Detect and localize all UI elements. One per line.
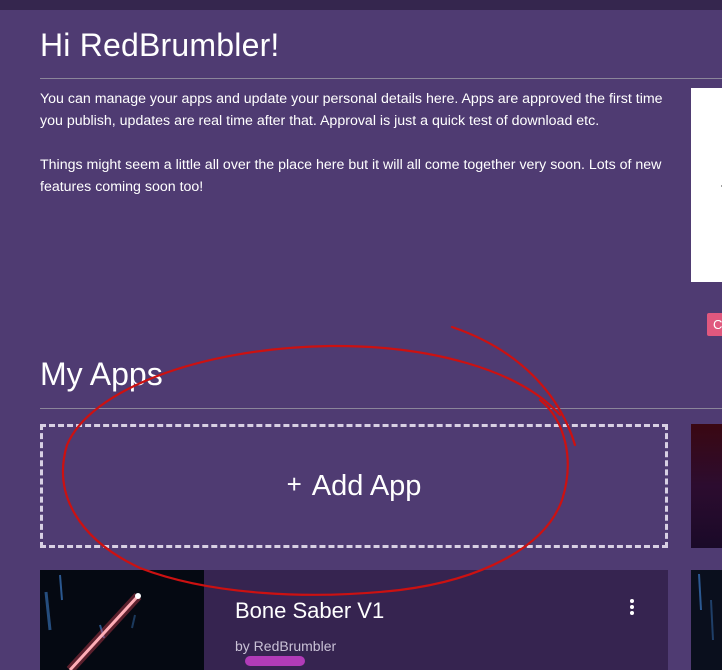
top-bar — [0, 0, 722, 10]
divider — [40, 408, 722, 409]
app-thumbnail — [40, 570, 204, 670]
app-author: by RedBrumbler — [235, 638, 337, 654]
intro-text: You can manage your apps and update your… — [40, 88, 680, 220]
app-tile[interactable] — [691, 424, 722, 548]
more-dot — [630, 611, 634, 615]
intro-paragraph: Things might seem a little all over the … — [40, 157, 662, 195]
app-tile[interactable] — [691, 570, 722, 670]
profile-action-button[interactable]: C — [707, 313, 722, 336]
page-greeting: Hi RedBrumbler! — [40, 27, 280, 63]
app-card[interactable]: Bone Saber V1 by RedBrumbler — [40, 570, 668, 670]
intro-paragraph: You can manage your apps and update your… — [40, 91, 663, 129]
app-tile-art — [698, 573, 714, 641]
app-name: Bone Saber V1 — [235, 598, 385, 623]
more-dot — [630, 605, 634, 609]
more-vertical-icon[interactable] — [620, 594, 644, 620]
divider — [40, 78, 722, 79]
more-dot — [630, 599, 634, 603]
my-apps-title: My Apps — [40, 356, 163, 392]
app-thumbnail-art — [40, 570, 204, 670]
add-app-button[interactable]: + Add App — [40, 424, 668, 548]
profile-card — [691, 88, 722, 282]
plus-icon: + — [286, 469, 302, 499]
add-app-label: Add App — [311, 470, 422, 502]
